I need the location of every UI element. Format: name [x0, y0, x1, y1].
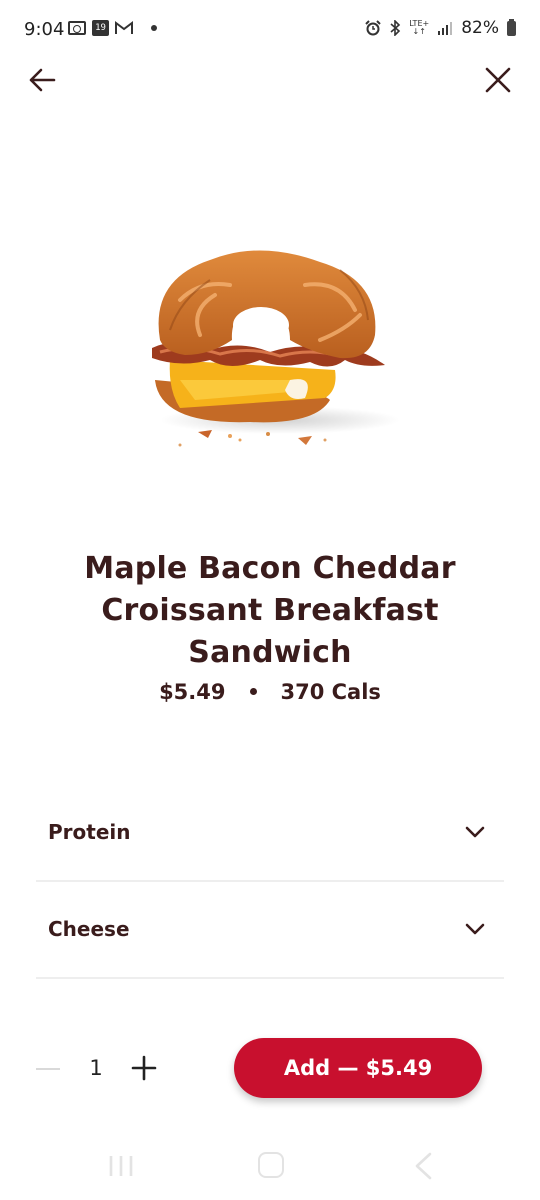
- battery-percent: 82%: [461, 18, 499, 38]
- increase-quantity-button[interactable]: [130, 1054, 158, 1082]
- option-protein[interactable]: Protein: [36, 784, 504, 882]
- system-nav-bar: [0, 1140, 540, 1200]
- quantity-value: 1: [89, 1056, 103, 1080]
- status-time: 9:04: [24, 19, 65, 40]
- option-label-cheese: Cheese: [48, 917, 130, 941]
- add-to-order-button[interactable]: Add — $5.49: [234, 1038, 482, 1098]
- lte-label: LTE+: [409, 19, 430, 28]
- option-label-protein: Protein: [48, 820, 131, 844]
- close-icon[interactable]: [480, 62, 516, 98]
- separator-dot: [249, 687, 257, 695]
- outlook-icon: [68, 21, 86, 35]
- chevron-down-icon: [465, 923, 485, 935]
- signal-icon: [438, 22, 453, 35]
- system-back-icon[interactable]: [412, 1152, 434, 1180]
- lte-icon: LTE+ ↓↑: [409, 19, 430, 36]
- home-icon[interactable]: [258, 1152, 284, 1178]
- product-title: Maple Bacon Cheddar Croissant Breakfast …: [84, 551, 456, 670]
- croissant-sandwich-image: [152, 250, 400, 447]
- gmail-icon: [115, 21, 133, 34]
- system-icons: LTE+ ↓↑ 82%: [365, 18, 516, 38]
- status-bar: 9:04 19 LTE+ ↓↑ 82%: [0, 0, 540, 60]
- decrease-quantity-button[interactable]: [36, 1066, 60, 1072]
- recents-icon[interactable]: [108, 1154, 134, 1178]
- calendar-icon: 19: [92, 20, 109, 36]
- chevron-down-icon: [465, 826, 485, 838]
- product-calories: 370 Cals: [280, 680, 381, 704]
- option-cheese[interactable]: Cheese: [36, 881, 504, 979]
- product-meta: $5.49 370 Cals: [0, 680, 540, 704]
- battery-icon: [507, 18, 516, 36]
- dot-icon: [151, 25, 157, 31]
- product-price: $5.49: [159, 680, 226, 704]
- alarm-icon: [365, 20, 381, 36]
- arrow-left-icon[interactable]: [24, 62, 60, 98]
- notification-icons: 19: [68, 20, 157, 36]
- bluetooth-icon: [390, 20, 401, 36]
